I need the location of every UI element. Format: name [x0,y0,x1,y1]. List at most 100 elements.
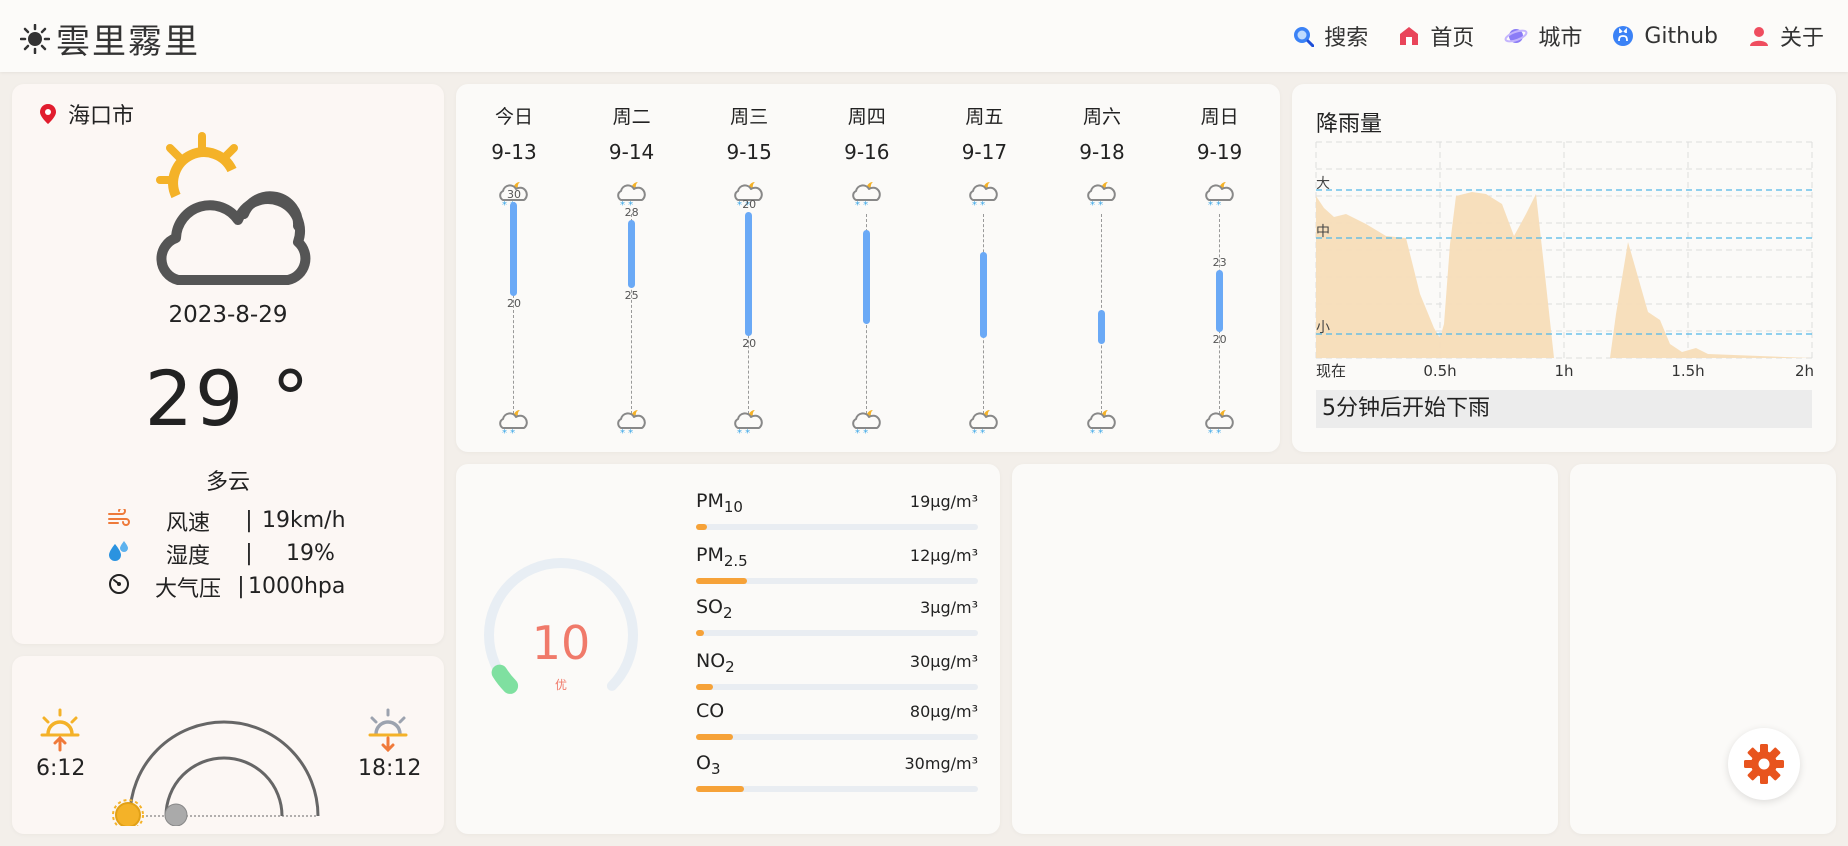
city-selector[interactable]: 海口市 [40,98,134,130]
forecast-day: 周五 9-17 * * * * [934,84,1034,452]
pollutant-value: 80μg/m³ [909,702,978,721]
nav-home[interactable]: 首页 [1398,20,1474,52]
nav-city[interactable]: 城市 [1504,20,1582,52]
search-icon [1294,27,1315,47]
rain-x-tick: 现在 [1316,362,1346,380]
pollutant-name: O3 [696,752,721,778]
aqi-value: 10 [531,616,591,670]
temp-range-bar [862,230,870,324]
wind-icon [108,507,134,533]
pollutant-bar-fill [696,734,733,740]
user-icon [1749,27,1768,46]
sunrise-time: 6:12 [36,756,86,781]
forecast-date: 9-15 [726,140,772,164]
pollutant-subscript: 2 [725,657,735,676]
pollutant-subscript: 10 [723,497,743,516]
settings-button[interactable] [1728,728,1800,800]
brand[interactable]: 雲里霧里 [20,14,200,63]
pollutant-name: NO2 [696,650,735,676]
pollutant-bar-fill [696,684,713,690]
empty-panel-1 [1012,464,1558,834]
home-icon [1400,27,1419,45]
nav-about-label: 关于 [1779,26,1824,51]
sun-position-icon [112,799,144,826]
temp-range-bar [745,212,753,336]
gauge-icon [108,573,134,601]
partly-cloudy-icon [156,132,311,285]
temp-low: 20 [507,297,521,310]
svg-text:* *: * * [972,200,985,208]
forecast-day-label: 周三 [730,106,769,128]
pressure-row: 大气压 | 1000hpa [108,570,346,603]
humidity-label: 湿度 [165,543,210,569]
pollutant-symbol: SO [696,596,724,618]
rain-summary: 5分钟后开始下雨 [1316,390,1812,428]
sun-arc [112,720,320,826]
pollutant-bar-track [696,630,978,636]
nav-github[interactable]: Github [1612,20,1718,52]
gear-icon [1744,744,1784,784]
moon-position-icon [164,803,188,826]
pressure-label: 大气压 [154,576,221,602]
temp-range-bar [1098,310,1105,344]
pollutant-symbol: NO [696,650,726,672]
forecast-date: 9-19 [1196,140,1243,164]
humidity-separator: | [245,541,253,566]
pollutant-bar-track [696,734,978,740]
pollutant-subscript: 2.5 [723,551,748,570]
pollutant-symbol: O [696,752,711,774]
rain-level-label: 中 [1316,224,1330,240]
pollutant-value: 3μg/m³ [920,598,978,617]
current-date: 2023-8-29 [168,302,288,328]
pollutant-name: PM10 [696,490,743,516]
location-pin-icon [40,104,56,124]
svg-text:* *: * * [1208,428,1221,436]
forecast-day-label: 周六 [1082,106,1121,128]
pollutant-symbol: PM [696,544,724,566]
sun-card: 6:12 18:12 [12,656,444,834]
forecast-date: 9-18 [1079,140,1125,164]
temp-high: 30 [507,188,521,201]
svg-text:* *: * * [620,428,633,436]
forecast-day: 周日 9-19 * * 23 20 * * [1170,84,1270,452]
aqi-level: 优 [554,678,567,692]
forecast-day-label: 周四 [847,106,886,128]
forecast-day: 周六 9-18 * * * * [1052,84,1152,452]
night-weather-icon: * * [1202,406,1238,440]
pollutant-name: CO [696,700,724,726]
day-weather-icon: * * [1084,178,1120,212]
sunrise-icon [40,708,80,752]
pollutant-bar-fill [696,630,705,636]
day-weather-icon: * * [966,178,1002,212]
svg-text:* *: * * [502,428,515,436]
nav-about[interactable]: 关于 [1748,20,1824,52]
planet-icon [1504,29,1528,43]
svg-text:* *: * * [737,428,750,436]
rain-x-tick: 0.5h [1423,362,1456,380]
rain-x-tick: 1h [1554,362,1573,380]
forecast-day-label: 周五 [965,106,1004,128]
pollutant-name: SO2 [696,596,733,622]
temp-high: 28 [624,206,639,219]
current-temperature: 29 ° [144,354,312,443]
wind-row: 风速 | 19km/h [108,504,346,537]
wind-value: 19km/h [262,508,346,533]
city-name: 海口市 [68,104,135,129]
nav-home-label: 首页 [1430,26,1475,51]
pollutant-value: 30μg/m³ [909,652,978,671]
forecast-day-label: 今日 [494,106,533,128]
sunset-time: 18:12 [358,756,422,781]
forecast-date: 9-17 [961,140,1008,164]
forecast-date: 9-16 [844,140,890,164]
rain-card: 降雨量 大中小现在 0.5h 1h 1.5h 2h 5分钟后开始下雨 [1292,84,1836,452]
rain-x-tick: 1.5h [1671,362,1704,380]
forecast-day: 周二 9-14 * * 28 25 * * [582,84,682,452]
pollutant-value: 19μg/m³ [909,492,978,511]
forecast-day-label: 周日 [1200,106,1239,128]
humidity-row: 湿度 | 19% [108,537,346,570]
forecast-date: 9-13 [491,140,537,164]
nav-search[interactable]: 搜索 [1292,20,1368,52]
svg-text:* *: * * [972,428,985,436]
nav-search-label: 搜索 [1324,26,1369,51]
temp-low: 25 [624,289,639,302]
